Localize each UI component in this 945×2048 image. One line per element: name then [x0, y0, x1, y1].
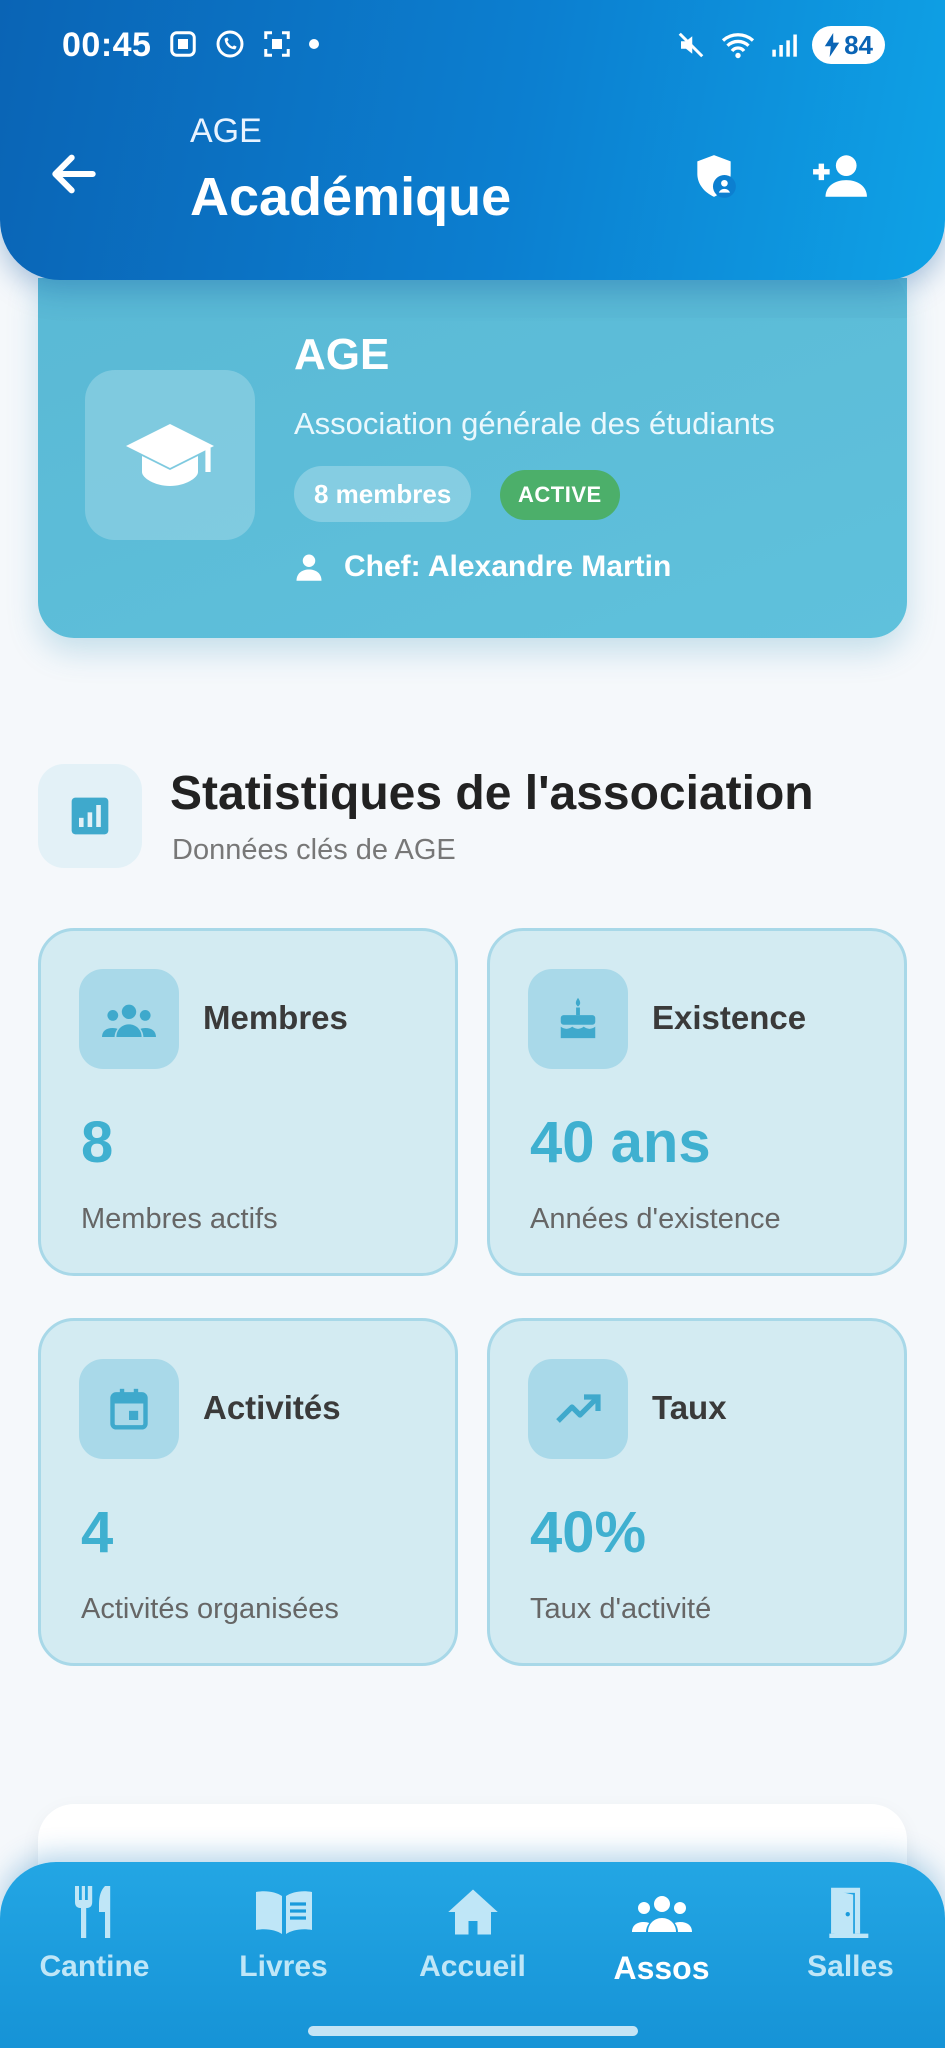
status-bar: 00:45 84	[0, 0, 945, 90]
stat-description: Activités organisées	[81, 1593, 339, 1625]
mute-icon	[678, 32, 704, 58]
stat-label: Existence	[652, 999, 807, 1036]
signal-icon	[772, 34, 797, 57]
stats-section-icon	[38, 764, 142, 868]
book-icon	[255, 1891, 312, 1934]
header-subtitle: AGE	[190, 112, 262, 150]
groups-icon	[631, 1896, 692, 1932]
stat-icon-box	[528, 969, 628, 1069]
stat-description: Membres actifs	[81, 1203, 278, 1235]
battery-indicator: 84	[812, 26, 885, 64]
nav-item-cantine[interactable]: Cantine	[0, 1880, 189, 2000]
nav-item-salles[interactable]: Salles	[756, 1880, 945, 2000]
stat-icon-box	[528, 1359, 628, 1459]
group-icon	[102, 1004, 156, 1037]
stats-subtitle: Données clés de AGE	[172, 834, 456, 866]
door-icon	[828, 1887, 868, 1938]
stat-description: Taux d'activité	[530, 1593, 712, 1625]
stat-label: Taux	[652, 1389, 727, 1426]
stat-card-taux: Taux 40% Taux d'activité	[487, 1318, 907, 1666]
chef-name: Chef: Alexandre Martin	[344, 550, 672, 583]
nav-item-livres[interactable]: Livres	[189, 1880, 378, 2000]
association-logo	[85, 370, 255, 540]
person-add-icon	[813, 155, 867, 197]
stat-icon-box	[79, 969, 179, 1069]
calendar-icon	[110, 1388, 148, 1430]
cake-icon	[560, 997, 596, 1039]
dot-icon	[309, 39, 319, 49]
shield-user-icon	[697, 155, 736, 198]
nav-label: Assos	[613, 1950, 710, 1986]
association-card: AGE Association générale des étudiants 8…	[38, 268, 907, 638]
stat-label: Membres	[203, 999, 348, 1036]
add-member-button[interactable]	[810, 146, 870, 206]
bar-chart-icon	[71, 797, 109, 835]
screenshot-icon	[170, 31, 196, 57]
back-button[interactable]	[46, 146, 102, 202]
fork-knife-icon	[74, 1886, 110, 1938]
app-header: 00:45 84 AGE Académique	[0, 0, 945, 280]
stat-icon-box	[79, 1359, 179, 1459]
stat-value: 40 ans	[530, 1110, 711, 1175]
stat-value: 4	[81, 1500, 114, 1565]
status-time: 00:45	[62, 26, 152, 64]
association-description: Association générale des étudiants	[294, 406, 775, 441]
trending-up-icon	[556, 1394, 601, 1423]
stat-card-activites: Activités 4 Activités organisées	[38, 1318, 458, 1666]
admin-button[interactable]	[684, 146, 744, 206]
association-name: AGE	[294, 330, 390, 379]
stat-label: Activités	[203, 1389, 341, 1426]
nav-label: Salles	[807, 1950, 894, 1983]
page-title: Académique	[190, 167, 512, 227]
stat-value: 40%	[530, 1500, 647, 1565]
members-badge: 8 membres	[294, 466, 472, 522]
person-icon	[296, 554, 322, 581]
charging-icon	[824, 33, 840, 57]
nav-label: Accueil	[419, 1950, 526, 1983]
bottom-navigation: Cantine Livres Accueil Assos Salles	[0, 1862, 945, 2048]
whatsapp-icon	[216, 30, 244, 58]
wifi-icon	[721, 33, 755, 59]
stat-card-membres: Membres 8 Membres actifs	[38, 928, 458, 1276]
stats-title: Statistiques de l'association	[170, 767, 814, 820]
screen-record-icon	[264, 31, 290, 57]
battery-level: 84	[844, 29, 873, 60]
graduation-cap-icon	[126, 424, 214, 486]
nav-label: Cantine	[39, 1950, 150, 1983]
arrow-back-icon	[52, 154, 96, 194]
stat-description: Années d'existence	[530, 1203, 781, 1235]
home-indicator[interactable]	[308, 2026, 638, 2036]
stat-value: 8	[81, 1110, 114, 1175]
stat-card-existence: Existence 40 ans Années d'existence	[487, 928, 907, 1276]
nav-item-accueil[interactable]: Accueil	[378, 1880, 567, 2000]
nav-item-assos[interactable]: Assos	[567, 1880, 756, 2000]
status-badge: ACTIVE	[500, 470, 620, 520]
home-icon	[447, 1889, 498, 1935]
nav-label: Livres	[239, 1950, 328, 1983]
chef-row: Chef: Alexandre Martin	[294, 550, 671, 584]
